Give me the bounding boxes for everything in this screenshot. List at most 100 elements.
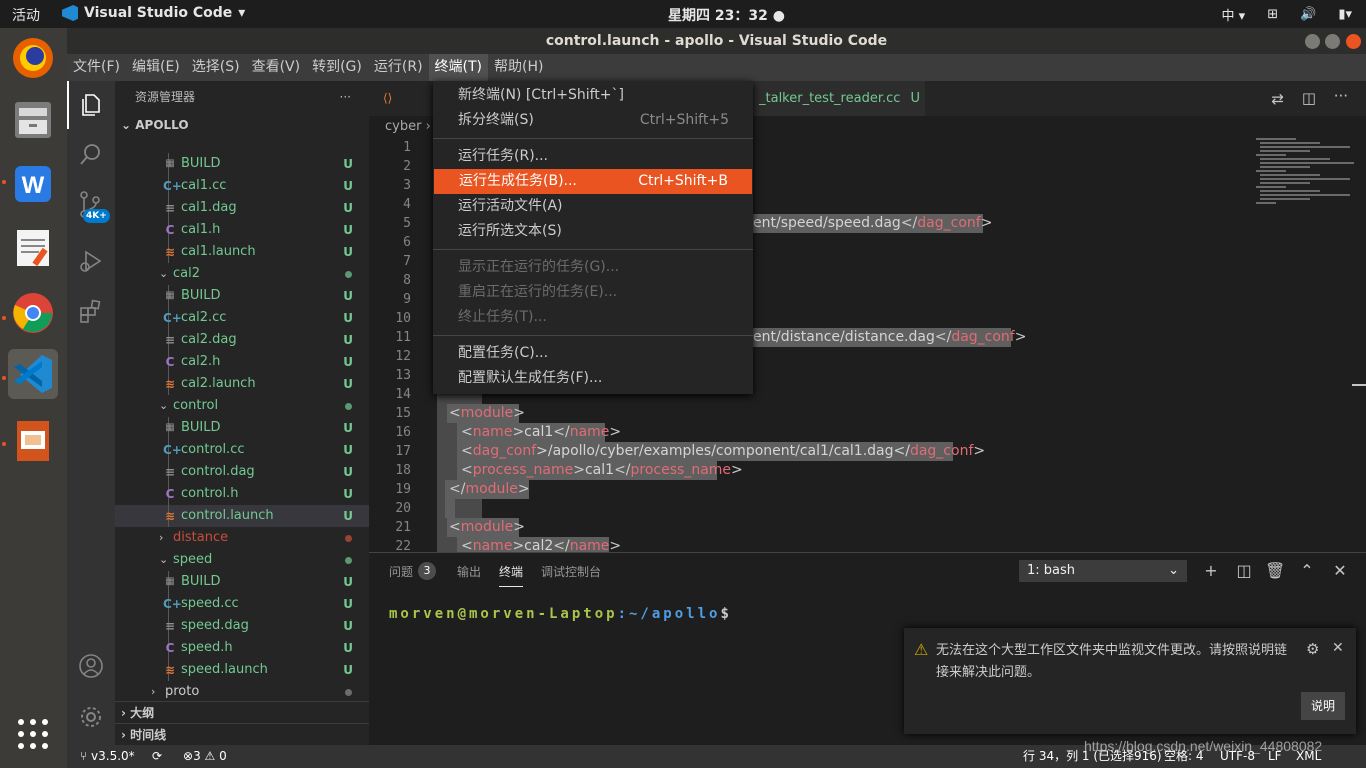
app-menu[interactable]: Visual Studio Code ▾	[62, 5, 245, 21]
menu-item-restart-running-task[interactable]: 重启正在运行的任务(E)...	[433, 280, 753, 305]
file-item[interactable]: C+ cal2.cc U	[115, 307, 369, 329]
more-actions-icon[interactable]: ···	[340, 81, 351, 114]
close-notification-icon[interactable]: ✕	[1332, 640, 1344, 656]
folder-item[interactable]: ⌄ control	[115, 395, 369, 417]
tab-debug-console[interactable]: 调试控制台	[541, 563, 601, 580]
file-item[interactable]: Cspeed.h U	[115, 637, 369, 659]
open-changes-icon[interactable]: ⇄	[1271, 90, 1284, 108]
firefox-icon[interactable]	[8, 33, 58, 83]
explorer-icon[interactable]	[67, 81, 115, 129]
show-applications-icon[interactable]	[8, 709, 58, 759]
menu-selection[interactable]: 选择(S)	[186, 54, 246, 81]
menu-go[interactable]: 转到(G)	[306, 54, 368, 81]
terminal-prompt[interactable]: morven@morven-Laptop:~/apollo$	[389, 606, 732, 622]
files-icon[interactable]	[8, 95, 58, 145]
menu-item-show-running-tasks[interactable]: 显示正在运行的任务(G)...	[433, 255, 753, 280]
file-item[interactable]: C+ cal1.cc U	[115, 175, 369, 197]
file-item[interactable]: ≡ cal1.dag U	[115, 197, 369, 219]
chrome-icon[interactable]	[8, 288, 58, 338]
volume-icon[interactable]: 🔊	[1300, 7, 1316, 22]
tab-distance[interactable]: ⟨⟩ distan	[369, 81, 433, 141]
file-item[interactable]: ▦ BUILD U	[115, 153, 369, 175]
split-editor-icon[interactable]: ◫	[1302, 89, 1316, 107]
file-item[interactable]: ≋ control.launch U	[115, 505, 369, 527]
file-item[interactable]: ≡ cal2.dag U	[115, 329, 369, 351]
new-terminal-icon[interactable]: +	[1201, 561, 1221, 581]
tab-terminal[interactable]: 终端	[499, 563, 524, 587]
maximize-panel-icon[interactable]: ⌃	[1297, 561, 1317, 581]
tab-output[interactable]: 输出	[457, 563, 481, 580]
menu-item-terminate-task[interactable]: 终止任务(T)...	[433, 305, 753, 330]
settings-gear-icon[interactable]: ⚙	[1306, 640, 1319, 658]
menu-item-run-active-file[interactable]: 运行活动文件(A)	[433, 194, 753, 219]
search-icon[interactable]	[67, 131, 115, 179]
text-editor-icon[interactable]	[8, 223, 58, 273]
impress-icon[interactable]	[8, 416, 58, 466]
menu-run[interactable]: 运行(R)	[368, 54, 429, 81]
scrollbar-position-marker[interactable]	[1352, 384, 1366, 386]
clock[interactable]: 星期四 23：32 ●	[668, 5, 785, 25]
file-item[interactable]: Ccal1.h U	[115, 219, 369, 241]
split-terminal-icon[interactable]: ◫	[1234, 561, 1254, 581]
system-tray[interactable]: 中 ▾ ⊞ 🔊 ▮▾	[1222, 5, 1352, 24]
close-window-button[interactable]	[1346, 34, 1361, 49]
sync-icon[interactable]: ⟳	[152, 745, 162, 768]
menu-help[interactable]: 帮助(H)	[488, 54, 549, 81]
source-control-icon[interactable]: 4K+	[67, 181, 115, 229]
file-item[interactable]: ▦ BUILD U	[115, 285, 369, 307]
menu-file[interactable]: 文件(F)	[67, 54, 126, 81]
menu-item-run-task[interactable]: 运行任务(R)...	[433, 144, 753, 169]
minimize-button[interactable]	[1305, 34, 1320, 49]
file-item[interactable]: ≋ speed.launch U	[115, 659, 369, 681]
outline-section-header[interactable]: › 大纲	[115, 701, 369, 723]
menu-edit[interactable]: 编辑(E)	[126, 54, 186, 81]
terminal-select[interactable]: 1: bash ⌄	[1019, 560, 1187, 582]
problems-indicator[interactable]: ⊗3 ⚠ 0	[183, 745, 227, 768]
menu-item-configure-default-build-task[interactable]: 配置默认生成任务(F)...	[433, 366, 753, 391]
notification-action-button[interactable]: 说明	[1301, 692, 1345, 720]
folder-item[interactable]: › proto	[115, 681, 369, 703]
input-method-indicator[interactable]: 中 ▾	[1222, 5, 1246, 24]
tab-problems[interactable]: 问题	[389, 563, 413, 580]
close-panel-icon[interactable]: ✕	[1330, 561, 1350, 581]
minimap[interactable]	[1256, 138, 1356, 208]
tab-talker-test-reader[interactable]: _talker_test_reader.cc U	[745, 81, 925, 116]
file-item[interactable]: ≡ speed.dag U	[115, 615, 369, 637]
menu-item-run-build-task[interactable]: 运行生成任务(B)... Ctrl+Shift+B	[434, 169, 752, 194]
file-item[interactable]: Ccal2.h U	[115, 351, 369, 373]
menu-item-new-terminal[interactable]: 新终端(N) [Ctrl+Shift+`]	[433, 83, 753, 108]
menu-item-configure-tasks[interactable]: 配置任务(C)...	[433, 341, 753, 366]
window-titlebar[interactable]: control.launch - apollo - Visual Studio …	[67, 28, 1366, 54]
settings-gear-icon[interactable]	[67, 693, 115, 741]
maximize-button[interactable]	[1325, 34, 1340, 49]
file-item[interactable]: C+ speed.cc U	[115, 593, 369, 615]
file-item[interactable]: ≋ cal2.launch U	[115, 373, 369, 395]
menu-view[interactable]: 查看(V)	[246, 54, 307, 81]
file-item[interactable]: C+ control.cc U	[115, 439, 369, 461]
folder-item[interactable]: › distance	[115, 527, 369, 549]
menu-item-run-selected-text[interactable]: 运行所选文本(S)	[433, 219, 753, 244]
file-item[interactable]: ▦ BUILD U	[115, 571, 369, 593]
wps-writer-icon[interactable]: W	[8, 159, 58, 209]
more-actions-icon[interactable]: ···	[1334, 87, 1348, 105]
menu-item-split-terminal[interactable]: 拆分终端(S) Ctrl+Shift+5	[433, 108, 753, 133]
file-item[interactable]: ≡ control.dag U	[115, 461, 369, 483]
folder-item[interactable]: ⌄ speed	[115, 549, 369, 571]
file-item[interactable]: Ccontrol.h U	[115, 483, 369, 505]
extensions-icon[interactable]	[67, 287, 115, 335]
menu-terminal[interactable]: 终端(T)	[428, 54, 489, 81]
timeline-section-header[interactable]: › 时间线	[115, 723, 369, 745]
vscode-dock-icon[interactable]	[8, 349, 58, 399]
file-item[interactable]: ▦ BUILD U	[115, 417, 369, 439]
branch-indicator[interactable]: ⑂ v3.5.0*	[80, 745, 135, 768]
kill-terminal-icon[interactable]: 🗑	[1265, 561, 1285, 581]
network-icon[interactable]: ⊞	[1267, 7, 1278, 22]
battery-icon[interactable]: ▮▾	[1338, 7, 1352, 22]
workspace-section-header[interactable]: ⌄ APOLLO	[115, 114, 369, 136]
run-debug-icon[interactable]	[67, 237, 115, 285]
breadcrumb-item[interactable]: cyber	[385, 119, 421, 134]
activities-button[interactable]: 活动	[12, 5, 40, 25]
account-icon[interactable]	[67, 642, 115, 690]
folder-item[interactable]: ⌄ cal2	[115, 263, 369, 285]
file-item[interactable]: ≋ cal1.launch U	[115, 241, 369, 263]
